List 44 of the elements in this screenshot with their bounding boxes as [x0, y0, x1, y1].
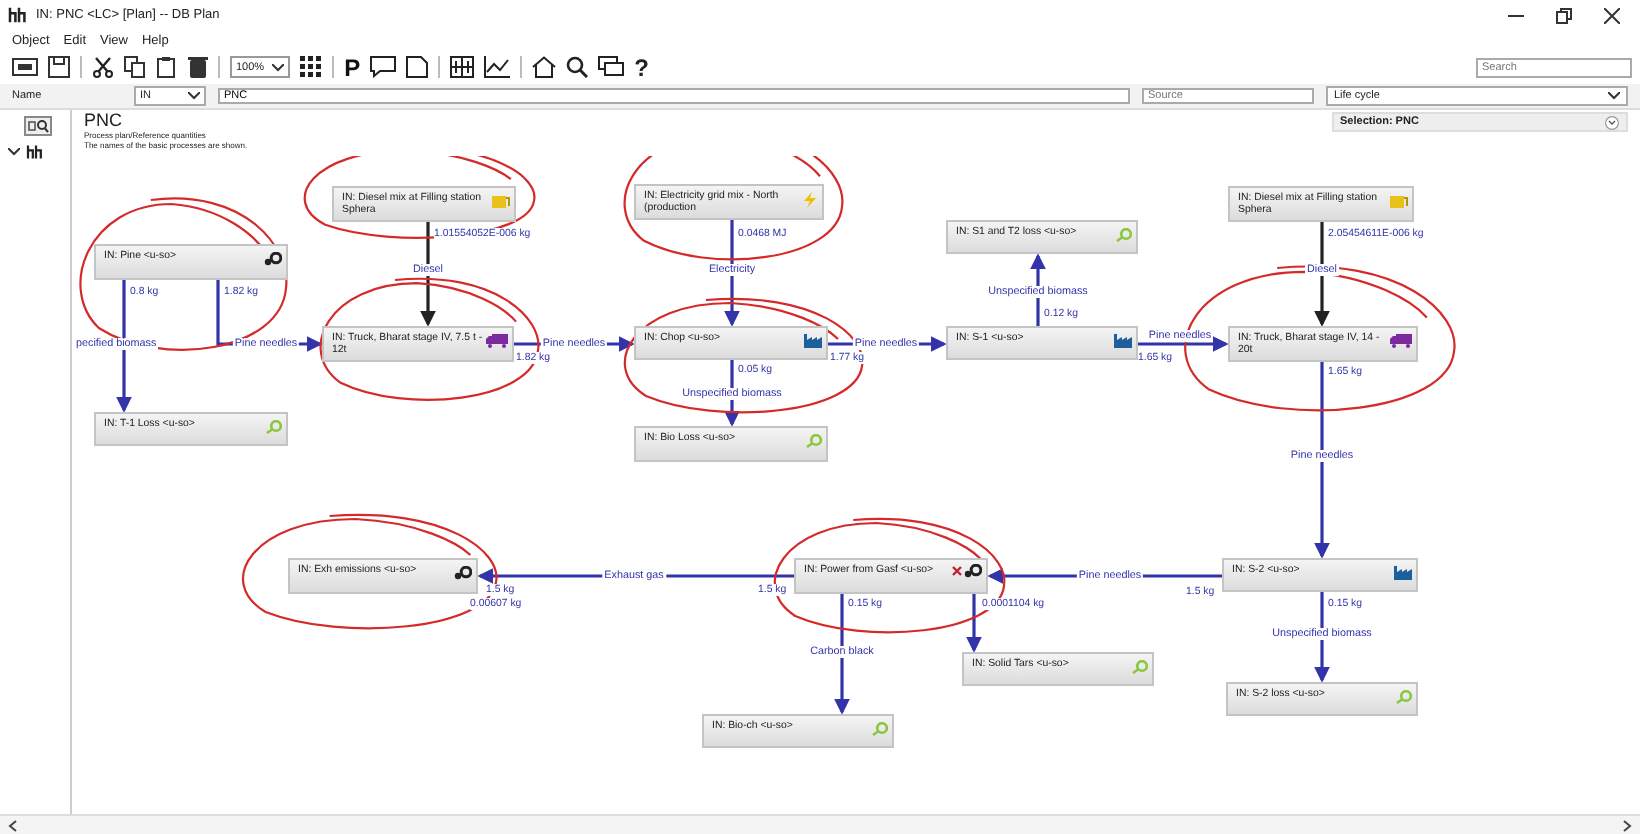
paste-icon[interactable]	[156, 56, 178, 78]
new-icon[interactable]	[12, 56, 38, 78]
error-icon	[952, 566, 962, 576]
save-icon[interactable]	[48, 56, 70, 78]
caret-icon	[1608, 92, 1620, 100]
comment-icon[interactable]	[370, 56, 397, 78]
scroll-left-icon[interactable]	[8, 819, 18, 831]
lightning-icon	[802, 192, 818, 208]
page-icon[interactable]	[406, 56, 429, 78]
restore-icon[interactable]	[1556, 7, 1572, 23]
grid-icon[interactable]	[300, 56, 323, 78]
line-chart-icon[interactable]	[484, 56, 511, 78]
fuel-pump-icon	[492, 194, 510, 208]
collapse-icon[interactable]	[1604, 115, 1620, 129]
chevron-icon[interactable]	[8, 148, 20, 156]
factory-icon	[804, 334, 822, 348]
search-icon[interactable]	[566, 56, 589, 78]
copy-icon[interactable]	[124, 56, 146, 78]
scroll-right-icon[interactable]	[1622, 819, 1632, 831]
flow-arrow	[966, 594, 982, 653]
flow-arrow	[1138, 336, 1229, 352]
gear-icon	[264, 252, 282, 266]
cut-icon[interactable]	[92, 56, 114, 78]
help-button[interactable]: ?	[634, 55, 649, 79]
caret-icon	[188, 92, 200, 100]
fuel-pump-icon	[1390, 194, 1408, 208]
truck-icon	[486, 334, 508, 348]
caret-icon	[272, 63, 285, 71]
close-icon[interactable]	[1604, 7, 1620, 23]
factory-icon	[1114, 334, 1132, 348]
factory-icon	[1394, 566, 1412, 580]
delete-icon[interactable]	[188, 56, 208, 78]
plan-title: PNC	[84, 112, 125, 130]
search-tree-icon[interactable]	[24, 116, 52, 136]
truck-icon	[1390, 334, 1412, 348]
table-icon[interactable]	[450, 56, 475, 78]
process-button[interactable]: P	[344, 55, 361, 79]
gear-icon	[454, 566, 472, 580]
app-logo-icon	[8, 6, 30, 24]
plan-icon[interactable]	[26, 144, 46, 160]
chat-icon[interactable]	[598, 56, 625, 78]
home-icon[interactable]	[532, 56, 557, 78]
gear-icon	[964, 564, 982, 578]
horizontal-scrollbar[interactable]	[0, 814, 1640, 834]
